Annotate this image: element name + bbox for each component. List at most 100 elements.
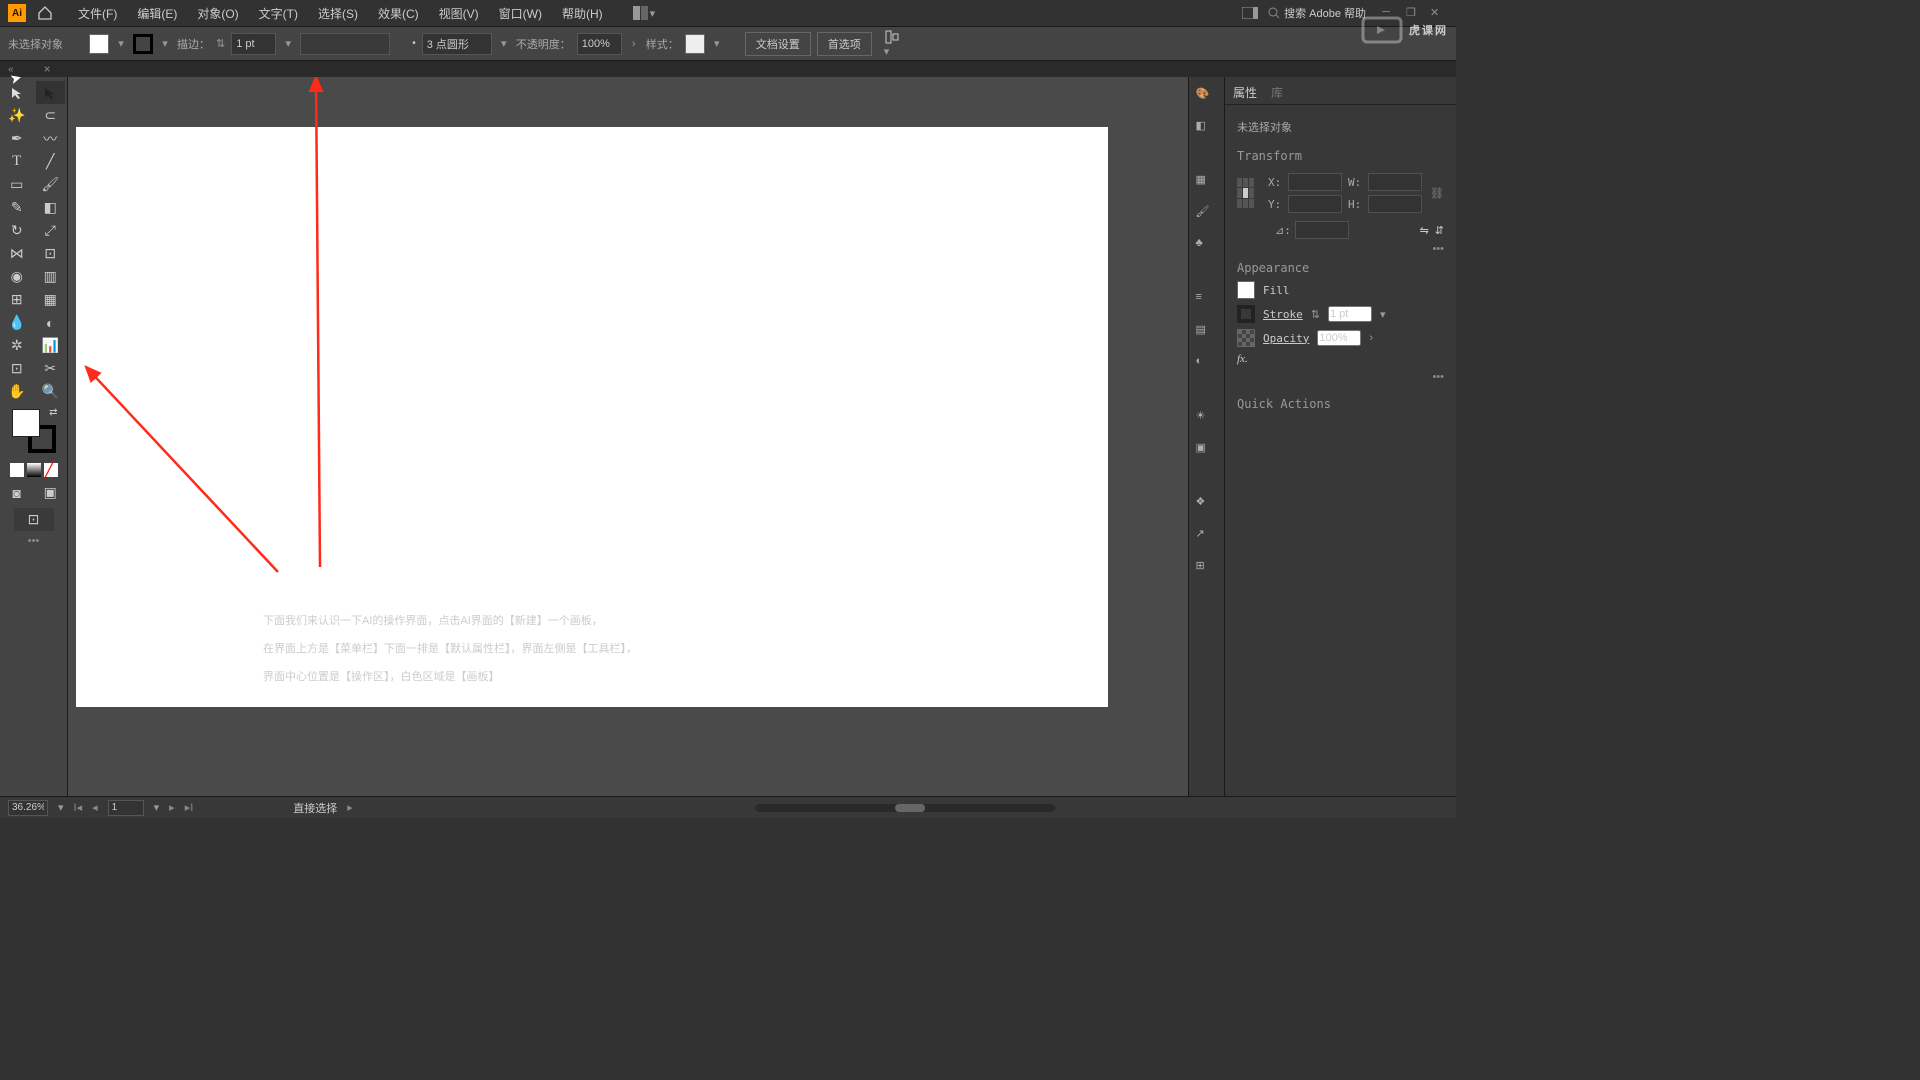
- color-guide-icon[interactable]: ◧: [1196, 119, 1218, 141]
- nav-first-icon[interactable]: I◂: [74, 801, 83, 814]
- zoom-input[interactable]: [8, 800, 48, 816]
- gradient-icon[interactable]: ▤: [1196, 323, 1218, 345]
- edit-toolbar-icon[interactable]: •••: [0, 531, 67, 551]
- color-mode-gradient[interactable]: [27, 463, 41, 477]
- transparency-icon[interactable]: ◐: [1196, 355, 1218, 377]
- stroke-swatch[interactable]: [133, 34, 153, 54]
- style-swatch[interactable]: [685, 34, 705, 54]
- pen-tool[interactable]: ✒: [2, 127, 32, 150]
- transform-h-input[interactable]: [1368, 195, 1422, 213]
- swatches-icon[interactable]: ▦: [1196, 173, 1218, 195]
- paintbrush-tool[interactable]: 🖌: [36, 173, 66, 196]
- appearance-opacity-input[interactable]: [1317, 330, 1361, 346]
- graphic-styles-icon[interactable]: ▣: [1196, 441, 1218, 463]
- rotate-tool[interactable]: ↻: [2, 219, 32, 242]
- zoom-tool[interactable]: 🔍: [36, 380, 66, 403]
- flip-v-icon[interactable]: ⇵: [1435, 224, 1444, 237]
- menu-effect[interactable]: 效果(C): [368, 5, 429, 22]
- shaper-tool[interactable]: ✎: [2, 196, 32, 219]
- tab-libraries[interactable]: 库: [1271, 84, 1283, 101]
- fill-stroke-control[interactable]: ⇄: [12, 409, 56, 453]
- shape-builder-tool[interactable]: ◉: [2, 265, 32, 288]
- home-icon[interactable]: [36, 4, 54, 22]
- symbol-sprayer-tool[interactable]: ✲: [2, 334, 32, 357]
- brush-input[interactable]: [422, 33, 492, 55]
- slice-tool[interactable]: ✂: [36, 357, 66, 380]
- fx-label[interactable]: fx.: [1237, 353, 1248, 365]
- nav-last-icon[interactable]: ▸I: [185, 801, 194, 814]
- layers-icon[interactable]: ❖: [1196, 495, 1218, 517]
- transform-angle-input[interactable]: [1295, 221, 1349, 239]
- menu-select[interactable]: 选择(S): [308, 5, 368, 22]
- transform-y-input[interactable]: [1288, 195, 1342, 213]
- link-wh-icon[interactable]: ⛓: [1430, 187, 1444, 200]
- tab-properties[interactable]: 属性: [1233, 84, 1257, 101]
- asset-export-icon[interactable]: ↗: [1196, 527, 1218, 549]
- h-scrollbar[interactable]: [755, 804, 1055, 812]
- lasso-tool[interactable]: ⊂: [36, 104, 66, 127]
- status-flyout-icon[interactable]: ▸: [347, 801, 353, 814]
- stroke-weight-input[interactable]: [231, 33, 276, 55]
- canvas-area[interactable]: 36.26% (RGB/预览) × 下面我们来认识一下AI的操作界面，点击AI界…: [68, 77, 1188, 796]
- line-tool[interactable]: ╱: [36, 150, 66, 173]
- menu-edit[interactable]: 编辑(E): [127, 5, 187, 22]
- appearance-stroke-swatch[interactable]: [1237, 305, 1255, 323]
- artboard-number-input[interactable]: [108, 800, 144, 816]
- curvature-tool[interactable]: 〰: [36, 127, 66, 150]
- fill-swatch[interactable]: [89, 34, 109, 54]
- variable-width-input[interactable]: [300, 33, 390, 55]
- rectangle-tool[interactable]: ▭: [2, 173, 32, 196]
- appearance-fill-swatch[interactable]: [1237, 281, 1255, 299]
- transform-reference-point[interactable]: [1237, 178, 1254, 208]
- nav-next-icon[interactable]: ▸: [169, 801, 175, 814]
- transform-x-input[interactable]: [1288, 173, 1342, 191]
- brushes-icon[interactable]: 🖌: [1196, 205, 1218, 227]
- color-panel-icon[interactable]: 🎨: [1196, 87, 1218, 109]
- perspective-tool[interactable]: ▥: [36, 265, 66, 288]
- magic-wand-tool[interactable]: ✨: [2, 104, 32, 127]
- scale-tool[interactable]: ⤢: [36, 219, 66, 242]
- eraser-tool[interactable]: ◧: [36, 196, 66, 219]
- appearance-stroke-input[interactable]: [1328, 306, 1372, 322]
- preferences-button[interactable]: 首选项: [817, 32, 872, 56]
- symbols-icon[interactable]: ♣: [1196, 237, 1218, 259]
- eyedropper-tool[interactable]: 💧: [2, 311, 32, 334]
- menu-type[interactable]: 文字(T): [249, 5, 308, 22]
- menu-help[interactable]: 帮助(H): [552, 5, 613, 22]
- appearance-more-icon[interactable]: •••: [1237, 371, 1444, 383]
- mesh-tool[interactable]: ⊞: [2, 288, 32, 311]
- width-tool[interactable]: ⋈: [2, 242, 32, 265]
- color-mode-solid[interactable]: [10, 463, 24, 477]
- search-box[interactable]: 搜索 Adobe 帮助: [1268, 5, 1366, 21]
- stepper-icon[interactable]: ⇅: [216, 37, 225, 50]
- stroke-dropdown-icon[interactable]: ▾: [159, 34, 171, 54]
- color-mode-none[interactable]: ╱: [44, 463, 58, 477]
- hand-tool[interactable]: ✋: [2, 380, 32, 403]
- blend-tool[interactable]: ◐: [36, 311, 66, 334]
- flip-h-icon[interactable]: ⇋: [1420, 224, 1429, 237]
- arrange-docs-icon[interactable]: ▾: [633, 6, 656, 20]
- fill-dropdown-icon[interactable]: ▾: [115, 34, 127, 54]
- screen-mode[interactable]: ▣: [36, 481, 66, 504]
- direct-selection-tool[interactable]: [36, 81, 66, 104]
- transform-w-input[interactable]: [1368, 173, 1422, 191]
- drawing-mode[interactable]: ◙: [2, 481, 32, 504]
- menu-object[interactable]: 对象(O): [187, 5, 248, 22]
- opacity-flyout-icon[interactable]: ›: [628, 34, 640, 54]
- screen-mode-toggle[interactable]: ⊡: [14, 508, 54, 531]
- more-options-icon[interactable]: •••: [1237, 243, 1444, 255]
- artboards-icon[interactable]: ⊞: [1196, 559, 1218, 581]
- layout-icon[interactable]: [1242, 7, 1258, 19]
- appearance-icon[interactable]: ☀: [1196, 409, 1218, 431]
- artboard-tool[interactable]: ⊡: [2, 357, 32, 380]
- document-setup-button[interactable]: 文档设置: [745, 32, 811, 56]
- free-transform-tool[interactable]: ⊡: [36, 242, 66, 265]
- menu-window[interactable]: 窗口(W): [489, 5, 552, 22]
- gradient-tool[interactable]: ▦: [36, 288, 66, 311]
- nav-prev-icon[interactable]: ◂: [92, 801, 98, 814]
- opacity-input[interactable]: [577, 33, 622, 55]
- stroke-panel-icon[interactable]: ≡: [1196, 291, 1218, 313]
- align-icon[interactable]: ▾: [884, 29, 902, 58]
- menu-view[interactable]: 视图(V): [429, 5, 489, 22]
- column-graph-tool[interactable]: 📊: [36, 334, 66, 357]
